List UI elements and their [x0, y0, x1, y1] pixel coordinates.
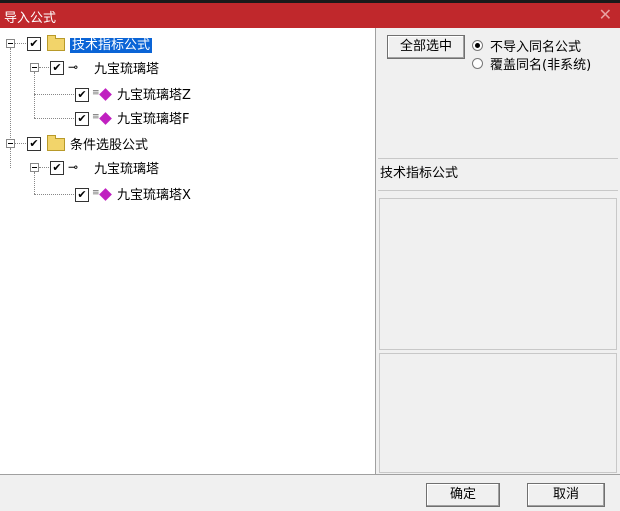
button-bar: 确定 取消 — [0, 474, 620, 511]
tree-formula-f-label[interactable]: 九宝琉璃塔F — [117, 108, 189, 127]
formula-gem-icon — [99, 88, 112, 101]
formula-gem-icon — [99, 112, 112, 125]
detail-panel — [379, 353, 617, 473]
checkbox-formula-1[interactable]: ✔ — [50, 61, 64, 75]
options-panel: 全部选中 不导入同名公式 覆盖同名(非系统) 技术指标公式 — [376, 28, 620, 474]
collapse-icon[interactable] — [30, 63, 39, 72]
tree-formula-z-label[interactable]: 九宝琉璃塔Z — [117, 84, 191, 103]
select-all-button[interactable]: 全部选中 — [387, 35, 465, 59]
tree-formula-2-label[interactable]: 九宝琉璃塔 — [94, 158, 159, 177]
tree-group-1-label: 技术指标公式 — [70, 38, 153, 53]
formula-prefix-icon: ≡ — [92, 112, 100, 122]
cancel-button[interactable]: 取消 — [527, 483, 605, 507]
tree-group-2-label[interactable]: 条件选股公式 — [70, 134, 148, 153]
tree-formula-x-label[interactable]: 九宝琉璃塔X — [117, 184, 191, 203]
radio-overwrite[interactable] — [472, 58, 483, 69]
key-icon: ⊸ — [68, 60, 79, 74]
ok-button[interactable]: 确定 — [426, 483, 500, 507]
collapse-icon[interactable] — [6, 139, 15, 148]
checkbox-formula-z[interactable]: ✔ — [75, 88, 89, 102]
checkbox-formula-2[interactable]: ✔ — [50, 161, 64, 175]
checkbox-group-2[interactable]: ✔ — [27, 137, 41, 151]
formula-prefix-icon: ≡ — [92, 188, 100, 198]
formula-tree[interactable]: ✔ 技术指标公式 ✔ ⊸ 九宝琉璃塔 ✔ ≡ 九宝琉璃塔Z ✔ ≡ 九宝琉璃塔F… — [0, 28, 376, 474]
title-bar: 导入公式 ✕ — [0, 3, 620, 28]
checkbox-formula-f[interactable]: ✔ — [75, 112, 89, 126]
window-title: 导入公式 — [4, 11, 57, 26]
close-icon[interactable]: ✕ — [599, 5, 612, 24]
formula-gem-icon — [99, 188, 112, 201]
category-label: 技术指标公式 — [380, 166, 459, 181]
collapse-icon[interactable] — [30, 163, 39, 172]
checkbox-formula-x[interactable]: ✔ — [75, 188, 89, 202]
formula-prefix-icon: ≡ — [92, 88, 100, 98]
tree-group-1[interactable]: 技术指标公式 — [70, 34, 153, 53]
radio-overwrite-label[interactable]: 覆盖同名(非系统) — [490, 54, 591, 73]
checkbox-group-1[interactable]: ✔ — [27, 37, 41, 51]
collapse-icon[interactable] — [6, 39, 15, 48]
radio-no-import-label[interactable]: 不导入同名公式 — [490, 36, 581, 55]
key-icon: ⊸ — [68, 160, 79, 174]
folder-icon — [47, 35, 65, 51]
description-panel — [379, 198, 617, 350]
tree-formula-1-label[interactable]: 九宝琉璃塔 — [94, 58, 159, 77]
radio-no-import[interactable] — [472, 40, 483, 51]
folder-icon — [47, 135, 65, 151]
